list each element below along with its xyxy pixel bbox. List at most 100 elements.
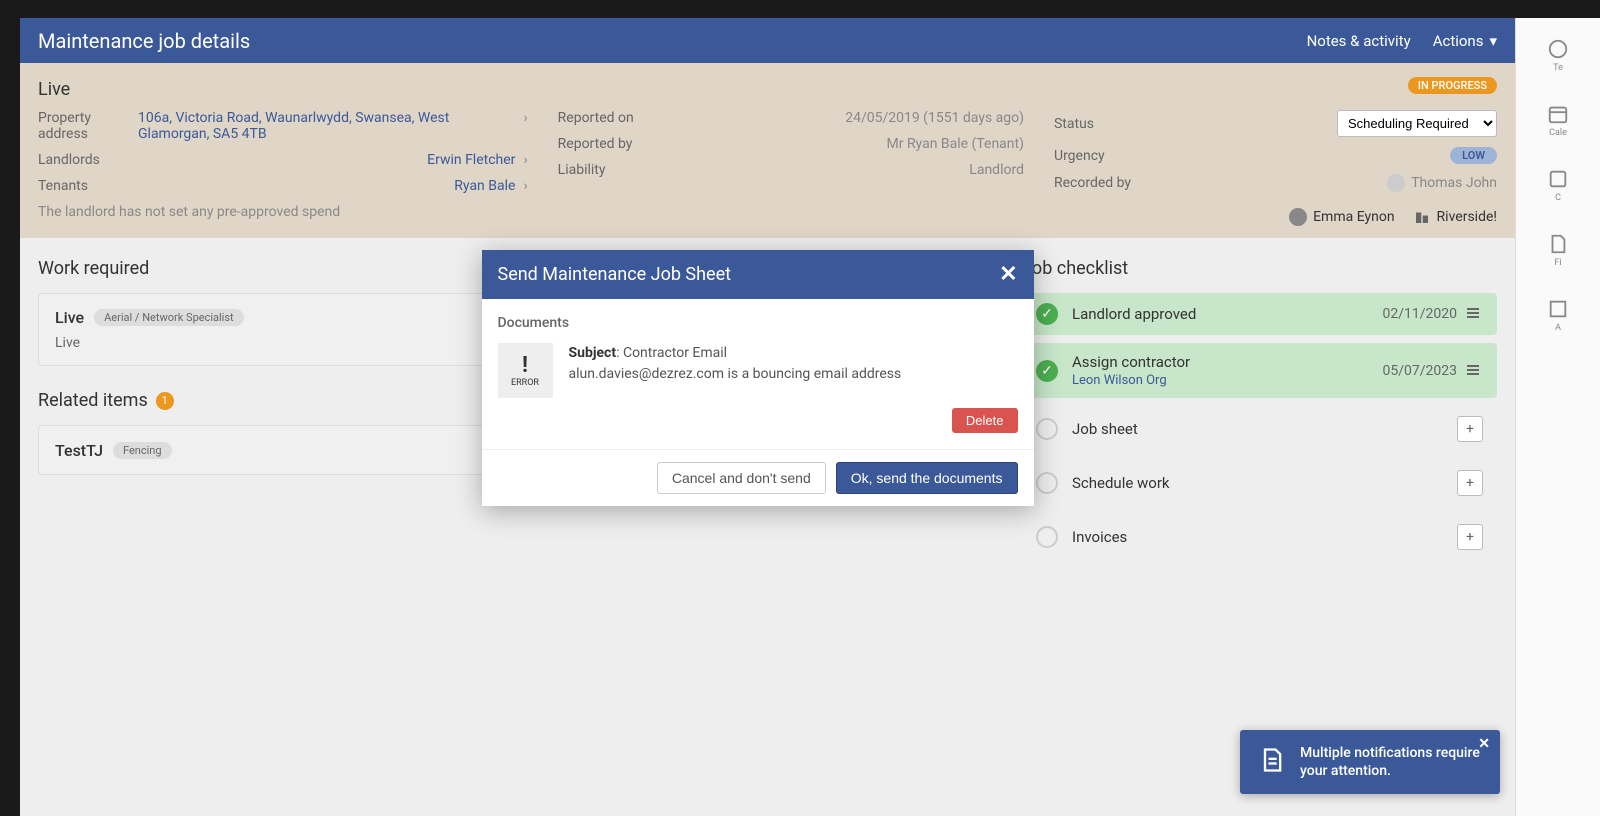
tenants-link[interactable]: Ryan Bale xyxy=(454,178,515,194)
checklist-sub[interactable]: Leon Wilson Org xyxy=(1072,373,1383,388)
empty-circle-icon xyxy=(1036,418,1058,440)
right-column: Job checklist ✓ Landlord approved 02/11/… xyxy=(1022,258,1497,568)
status-label: Status xyxy=(1054,116,1094,132)
sidebar-icon-te[interactable]: Te xyxy=(1547,38,1569,73)
check-icon: ✓ xyxy=(1036,360,1058,382)
tenants-value: Ryan Bale xyxy=(138,178,515,194)
reported-by-label: Reported by xyxy=(558,136,633,152)
documents-label: Documents xyxy=(498,315,1018,331)
empty-circle-icon xyxy=(1036,472,1058,494)
modal-footer: Cancel and don't send Ok, send the docum… xyxy=(482,449,1034,506)
reported-by-row: Reported by Mr Ryan Bale (Tenant) xyxy=(558,136,1024,152)
notes-activity-link[interactable]: Notes & activity xyxy=(1307,32,1411,50)
error-message: alun.davies@dezrez.com is a bouncing ema… xyxy=(569,364,1018,385)
reported-on-row: Reported on 24/05/2019 (1551 days ago) xyxy=(558,110,1024,126)
tenants-row: Tenants Ryan Bale › xyxy=(38,178,528,194)
close-icon[interactable]: ✕ xyxy=(999,262,1017,287)
spend-note: The landlord has not set any pre-approve… xyxy=(38,204,528,220)
sidebar-icon-c[interactable]: C xyxy=(1547,168,1569,203)
doc-text: Subject: Contractor Email alun.davies@de… xyxy=(569,343,1018,385)
urgency-badge: LOW xyxy=(1450,147,1497,164)
right-strip: Te Cale C Fi A xyxy=(1515,18,1600,816)
list-icon[interactable] xyxy=(1465,362,1483,380)
ok-send-button[interactable]: Ok, send the documents xyxy=(836,462,1018,494)
status-select[interactable]: Scheduling Required xyxy=(1337,110,1497,137)
sidebar-icon-fi[interactable]: Fi xyxy=(1547,233,1569,268)
related-title: TestTJ xyxy=(55,441,103,460)
live-heading: Live xyxy=(38,79,1497,100)
checklist-item-landlord-approved[interactable]: ✓ Landlord approved 02/11/2020 xyxy=(1022,293,1497,335)
add-button[interactable]: + xyxy=(1457,416,1483,442)
notification-toast[interactable]: Multiple notifications require your atte… xyxy=(1240,730,1500,794)
building-icon xyxy=(1413,208,1431,226)
delete-button[interactable]: Delete xyxy=(952,408,1018,433)
footer-people: Emma Eynon Riverside! xyxy=(1289,208,1497,226)
checklist-body: Assign contractor Leon Wilson Org xyxy=(1072,353,1383,388)
actions-dropdown[interactable]: Actions ▾ xyxy=(1433,32,1497,50)
document-icon xyxy=(1258,746,1286,778)
footer-person[interactable]: Emma Eynon xyxy=(1289,208,1394,226)
recorded-by-row: Recorded by Thomas John xyxy=(1054,174,1497,192)
org-name: Riverside! xyxy=(1437,209,1497,225)
send-job-sheet-modal: Send Maintenance Job Sheet ✕ Documents !… xyxy=(482,250,1034,506)
liability-label: Liability xyxy=(558,162,606,178)
checklist-label: Schedule work xyxy=(1072,474,1457,492)
work-card-title: Live xyxy=(55,308,84,327)
close-icon[interactable]: ✕ xyxy=(1478,736,1490,752)
recorded-by-label: Recorded by xyxy=(1054,175,1131,191)
icon-label: C xyxy=(1555,193,1561,203)
checklist-date: 02/11/2020 xyxy=(1383,306,1458,322)
sidebar-icon-a[interactable]: A xyxy=(1547,298,1569,333)
check-icon: ✓ xyxy=(1036,303,1058,325)
reported-on-label: Reported on xyxy=(558,110,634,126)
subject-label: Subject xyxy=(569,345,617,361)
sidebar-icon-calendar[interactable]: Cale xyxy=(1547,103,1569,138)
empty-circle-icon xyxy=(1036,526,1058,548)
document-row: ! ERROR Subject: Contractor Email alun.d… xyxy=(498,343,1018,398)
checklist-item-job-sheet[interactable]: Job sheet + xyxy=(1022,406,1497,452)
checklist-item-schedule-work[interactable]: Schedule work + xyxy=(1022,460,1497,506)
page-title: Maintenance job details xyxy=(38,29,250,53)
checklist-label: Landlord approved xyxy=(1072,305,1383,323)
checklist-item-assign-contractor[interactable]: ✓ Assign contractor Leon Wilson Org 05/0… xyxy=(1022,343,1497,398)
footer-org[interactable]: Riverside! xyxy=(1413,208,1497,226)
details-col-2: Reported on 24/05/2019 (1551 days ago) R… xyxy=(558,110,1024,220)
icon-label: A xyxy=(1555,323,1561,333)
liability-row: Liability Landlord xyxy=(558,162,1024,178)
urgency-label: Urgency xyxy=(1054,148,1105,164)
modal-title: Send Maintenance Job Sheet xyxy=(498,264,732,285)
landlords-row: Landlords Erwin Fletcher › xyxy=(38,152,528,168)
property-row: Property address 106a, Victoria Road, Wa… xyxy=(38,110,528,142)
add-button[interactable]: + xyxy=(1457,470,1483,496)
related-left: TestTJ Fencing xyxy=(55,441,172,460)
chevron-right-icon[interactable]: › xyxy=(523,110,527,126)
related-count-badge: 1 xyxy=(156,392,174,410)
landlords-label: Landlords xyxy=(38,152,138,168)
property-link[interactable]: 106a, Victoria Road, Waunarlwydd, Swanse… xyxy=(138,110,449,142)
details-col-3: Status Scheduling Required Urgency LOW R… xyxy=(1054,110,1497,220)
header-actions: Notes & activity Actions ▾ xyxy=(1307,32,1497,50)
avatar-icon xyxy=(1289,208,1307,226)
in-progress-badge: IN PROGRESS xyxy=(1408,77,1497,94)
error-label: ERROR xyxy=(511,378,539,388)
live-section: Live IN PROGRESS Property address 106a, … xyxy=(20,63,1515,238)
add-button[interactable]: + xyxy=(1457,524,1483,550)
related-pill: Fencing xyxy=(113,442,172,459)
list-icon[interactable] xyxy=(1465,305,1483,323)
details-col-1: Property address 106a, Victoria Road, Wa… xyxy=(38,110,528,220)
status-row: Status Scheduling Required xyxy=(1054,110,1497,137)
icon-label: Te xyxy=(1553,63,1563,73)
checklist-item-invoices[interactable]: Invoices + xyxy=(1022,514,1497,560)
property-label: Property address xyxy=(38,110,138,142)
checklist-date: 05/07/2023 xyxy=(1383,363,1458,379)
details-grid: Property address 106a, Victoria Road, Wa… xyxy=(38,110,1497,220)
chevron-right-icon[interactable]: › xyxy=(523,178,527,194)
landlords-link[interactable]: Erwin Fletcher xyxy=(427,152,515,168)
modal-header: Send Maintenance Job Sheet ✕ xyxy=(482,250,1034,299)
liability-value: Landlord xyxy=(969,162,1024,178)
modal-body: Documents ! ERROR Subject: Contractor Em… xyxy=(482,299,1034,449)
chevron-right-icon[interactable]: › xyxy=(523,152,527,168)
page-header: Maintenance job details Notes & activity… xyxy=(20,18,1515,63)
left-gap xyxy=(0,18,20,816)
cancel-button[interactable]: Cancel and don't send xyxy=(657,462,826,494)
